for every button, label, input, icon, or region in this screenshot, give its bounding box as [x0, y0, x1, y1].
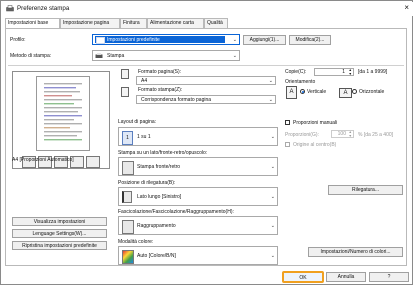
spin-arrows-icon[interactable]: ▲ ▼ [349, 68, 352, 76]
page-preview [12, 71, 110, 169]
scaling-input[interactable]: 100 ▲ ▼ [331, 130, 354, 138]
orientation-label: Orientamento [285, 79, 316, 85]
profile-dropdown[interactable]: Impostazioni predefinite ⌄ [92, 34, 240, 45]
profile-icon [96, 37, 105, 44]
color-mode-label: Modalità colore: [118, 239, 154, 245]
tab-finishing[interactable]: Finitura [120, 18, 147, 28]
window-title: Preferenze stampa [17, 5, 70, 12]
manual-scaling-checkbox[interactable] [285, 120, 290, 125]
scaling-range: % [da 25 a 400] [358, 132, 394, 138]
layout-value: 1 su 1 [137, 134, 151, 140]
preview-caption: A4 [Proporzioni Automatico] [12, 157, 74, 163]
tab-label: Alimentazione carta [150, 20, 194, 26]
copies-input[interactable]: 1 ▲ ▼ [314, 68, 354, 76]
collate-label: Fascicolazione/Fascicolazione/Raggruppam… [118, 209, 234, 215]
center-origin-checkbox[interactable] [285, 142, 290, 147]
duplex-value: Stampa fronte/retro [137, 164, 181, 170]
output-method-label: Metodo di stampa: [10, 53, 52, 59]
duplex-dropdown[interactable]: Stampa fronte/retro ⌄ [118, 157, 278, 176]
duplex-label: Stampa su un lato/fronte-retro/opuscolo: [118, 150, 208, 156]
color-mode-dropdown[interactable]: Auto [Colore/B/N] ⌄ [118, 246, 278, 265]
profile-value: Impostazioni predefinite [107, 37, 160, 43]
color-swatch-icon [122, 250, 134, 264]
divider [8, 65, 404, 66]
spin-arrows-icon[interactable]: ▲ ▼ [349, 130, 352, 138]
tab-paper-source[interactable]: Alimentazione carta [147, 18, 204, 28]
page-size-value: A4 [141, 78, 148, 84]
view-settings-button[interactable]: Visualizza impostazioni [12, 217, 107, 226]
binding-value: Lato lungo [Sinistro] [137, 194, 182, 200]
output-size-value: Corrispondenza formato pagina [141, 97, 212, 103]
one-page-icon: 1 [122, 131, 133, 145]
copies-label: Copie(C): [285, 69, 307, 75]
tab-page-setup[interactable]: Impostazione pagina [60, 18, 120, 28]
chevron-down-icon: ⌄ [232, 37, 237, 43]
cancel-button[interactable]: Annulla [326, 272, 366, 282]
output-method-dropdown[interactable]: Stampa ⌄ [92, 50, 240, 61]
binding-label: Posizione di rilegatura(B): [118, 180, 176, 186]
layout-label: Layout di pagina: [118, 119, 157, 125]
page-size-icon [121, 69, 129, 79]
chevron-down-icon: ⌄ [270, 223, 275, 229]
portrait-radio[interactable] [300, 89, 305, 94]
tab-quality[interactable]: Qualità [204, 18, 228, 28]
landscape-label: Orizzontale [359, 89, 385, 95]
add-profile-button[interactable]: Aggiungi(1)... [243, 35, 286, 45]
color-settings-button[interactable]: Impostazioni/Numero di colori... [308, 247, 403, 257]
group-pages-icon [122, 220, 134, 234]
copies-value: 1 [342, 69, 345, 75]
language-settings-button[interactable]: Lenguage Settings(W)... [12, 229, 107, 238]
collate-value: Raggruppamento [137, 223, 176, 229]
chevron-down-icon: ⌄ [268, 78, 273, 84]
edit-profile-button[interactable]: Modifica(2)... [289, 35, 331, 45]
binding-dropdown[interactable]: Lato lungo [Sinistro] ⌄ [118, 187, 278, 206]
page-size-dropdown[interactable]: A4 ⌄ [136, 76, 276, 85]
chevron-down-icon: ⌄ [268, 97, 273, 103]
collate-dropdown[interactable]: Raggruppamento ⌄ [118, 216, 278, 235]
landscape-icon: A [339, 88, 352, 98]
close-icon[interactable]: × [404, 4, 409, 12]
printer-icon [6, 5, 14, 12]
tab-label: Qualità [207, 20, 223, 26]
chevron-down-icon: ⌄ [232, 53, 237, 59]
radio-dot [302, 91, 304, 93]
ok-button[interactable]: OK [282, 271, 324, 283]
scaling-value: 100 [337, 131, 346, 137]
color-mode-value: Auto [Colore/B/N] [137, 253, 176, 259]
preferences-window: Preferenze stampa × Impostazioni base Im… [0, 0, 413, 285]
basic-settings-panel: Profilo: Impostazioni predefinite ⌄ Aggi… [5, 28, 407, 266]
chevron-down-icon: ⌄ [270, 194, 275, 200]
manual-scaling-label: Proporzioni manuali [293, 120, 338, 126]
tab-label: Impostazioni base [8, 20, 49, 26]
landscape-radio[interactable] [352, 89, 357, 94]
output-size-icon [121, 87, 129, 97]
help-button[interactable]: ? [369, 272, 409, 282]
profile-label: Profilo: [10, 37, 26, 43]
portrait-icon: A [286, 86, 297, 99]
restore-defaults-button[interactable]: Ripristina impostazioni predefinite [12, 241, 107, 250]
binding-side-icon [122, 191, 132, 203]
page-size-label: Formato pagina(S): [138, 69, 182, 75]
copies-range: [da 1 a 9999] [358, 69, 388, 75]
chevron-down-icon: ⌄ [270, 134, 275, 140]
chevron-down-icon: ⌄ [270, 164, 275, 170]
layout-dropdown[interactable]: 1 1 su 1 ⌄ [118, 127, 278, 146]
chevron-down-icon: ⌄ [270, 253, 275, 259]
portrait-label: Verticale [307, 89, 327, 95]
binding-margin-button[interactable]: Rilegatura... [328, 185, 403, 195]
output-method-value: Stampa [107, 53, 125, 59]
color-mode-icon [86, 156, 100, 168]
duplex-pages-icon [122, 161, 134, 175]
scaling-label: Proporzioni(G): [285, 132, 319, 138]
center-origin-label: Origine al centro(B) [293, 142, 337, 148]
tab-label: Impostazione pagina [63, 20, 110, 26]
output-size-dropdown[interactable]: Corrispondenza formato pagina ⌄ [136, 95, 276, 104]
output-size-label: Formato stampa(Z): [138, 87, 183, 93]
print-icon [95, 53, 103, 59]
preview-page [36, 76, 90, 151]
tab-label: Finitura [123, 20, 140, 26]
title-bar: Preferenze stampa × [2, 2, 413, 16]
